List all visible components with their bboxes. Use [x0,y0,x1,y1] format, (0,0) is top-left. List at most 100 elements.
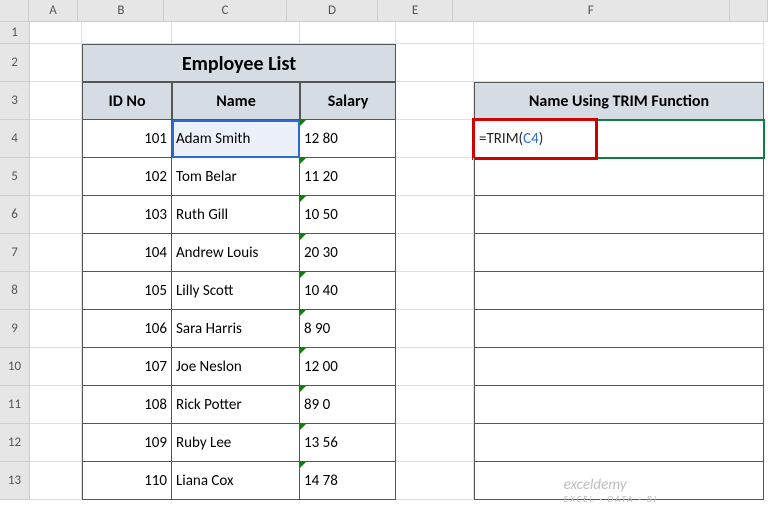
cell-C5[interactable]: Tom Belar [172,158,300,196]
select-all-corner[interactable] [0,0,29,22]
cell-E1[interactable] [396,22,474,44]
cell-B13[interactable]: 110 [82,462,172,500]
row-header-1[interactable]: 1 [0,22,30,44]
employee-list-title[interactable]: Employee List [82,44,396,82]
cell-D13[interactable]: 14 78 [300,462,396,500]
cell-B5[interactable]: 102 [82,158,172,196]
cell-E3[interactable] [396,82,474,120]
cell-D12[interactable]: 13 56 [300,424,396,462]
row-header-7[interactable]: 7 [0,234,30,272]
cell-B4[interactable]: 101 [82,120,172,158]
col-header-C[interactable]: C [164,0,286,21]
cell-F1[interactable] [474,22,764,44]
cell-B1[interactable] [82,22,172,44]
cell-A1[interactable] [30,22,82,44]
header-trim[interactable]: Name Using TRIM Function [474,82,764,120]
row-header-6[interactable]: 6 [0,196,30,234]
row-10: 10 107 Joe Neslon 12 00 [0,348,768,386]
col-header-E[interactable]: E [378,0,453,21]
cell-E12[interactable] [396,424,474,462]
header-name[interactable]: Name [172,82,300,120]
cell-A5[interactable] [30,158,82,196]
cell-C4[interactable]: Adam Smith [172,120,300,158]
cell-B11[interactable]: 108 [82,386,172,424]
cell-B7[interactable]: 104 [82,234,172,272]
cell-E5[interactable] [396,158,474,196]
row-header-8[interactable]: 8 [0,272,30,310]
cell-E11[interactable] [396,386,474,424]
cell-A7[interactable] [30,234,82,272]
row-header-9[interactable]: 9 [0,310,30,348]
cell-F12[interactable] [474,424,764,462]
cell-C8[interactable]: Lilly Scott [172,272,300,310]
cell-A11[interactable] [30,386,82,424]
cell-A4[interactable] [30,120,82,158]
cell-C6[interactable]: Ruth Gill [172,196,300,234]
cell-F6[interactable] [474,196,764,234]
header-salary[interactable]: Salary [300,82,396,120]
cell-E9[interactable] [396,310,474,348]
row-8: 8 105 Lilly Scott 10 40 [0,272,768,310]
cell-B6[interactable]: 103 [82,196,172,234]
cell-A12[interactable] [30,424,82,462]
cell-E10[interactable] [396,348,474,386]
row-9: 9 106 Sara Harris 8 90 [0,310,768,348]
row-header-5[interactable]: 5 [0,158,30,196]
cell-F5[interactable] [474,158,764,196]
row-header-4[interactable]: 4 [0,120,30,158]
cell-A3[interactable] [30,82,82,120]
cell-B9[interactable]: 106 [82,310,172,348]
col-header-F[interactable]: F [453,0,730,21]
cell-D9[interactable]: 8 90 [300,310,396,348]
cell-F9[interactable] [474,310,764,348]
col-header-A[interactable]: A [29,0,79,21]
cell-A13[interactable] [30,462,82,500]
col-header-B[interactable]: B [78,0,164,21]
formula-content: =TRIM(C4) [479,130,543,148]
header-id[interactable]: ID No [82,82,172,120]
cell-F10[interactable] [474,348,764,386]
cell-F8[interactable] [474,272,764,310]
col-header-D[interactable]: D [287,0,379,21]
cell-D5[interactable]: 11 20 [300,158,396,196]
cell-D4[interactable]: 12 80 [300,120,396,158]
cell-B12[interactable]: 109 [82,424,172,462]
cell-E13[interactable] [396,462,474,500]
cell-C10[interactable]: Joe Neslon [172,348,300,386]
row-header-11[interactable]: 11 [0,386,30,424]
cell-B10[interactable]: 107 [82,348,172,386]
cell-D1[interactable] [300,22,396,44]
row-header-2[interactable]: 2 [0,44,30,82]
cell-B8[interactable]: 105 [82,272,172,310]
cell-E2[interactable] [396,44,474,82]
cell-F11[interactable] [474,386,764,424]
row-header-13[interactable]: 13 [0,462,30,500]
cell-A6[interactable] [30,196,82,234]
cell-D11[interactable]: 89 0 [300,386,396,424]
cell-A2[interactable] [30,44,82,82]
cell-F13[interactable] [474,462,764,500]
cell-F2[interactable] [474,44,764,82]
cell-C13[interactable]: Liana Cox [172,462,300,500]
cell-E6[interactable] [396,196,474,234]
cell-F4-editing[interactable]: =TRIM(C4) [474,120,764,158]
cell-C11[interactable]: Rick Potter [172,386,300,424]
cell-C12[interactable]: Ruby Lee [172,424,300,462]
cell-C1[interactable] [172,22,300,44]
cell-E8[interactable] [396,272,474,310]
row-header-3[interactable]: 3 [0,82,30,120]
cell-D10[interactable]: 12 00 [300,348,396,386]
cell-E7[interactable] [396,234,474,272]
cell-D8[interactable]: 10 40 [300,272,396,310]
cell-F7[interactable] [474,234,764,272]
cell-A9[interactable] [30,310,82,348]
cell-C7[interactable]: Andrew Louis [172,234,300,272]
row-header-10[interactable]: 10 [0,348,30,386]
cell-A8[interactable] [30,272,82,310]
row-header-12[interactable]: 12 [0,424,30,462]
cell-E4[interactable] [396,120,474,158]
cell-D7[interactable]: 20 30 [300,234,396,272]
cell-D6[interactable]: 10 50 [300,196,396,234]
cell-C9[interactable]: Sara Harris [172,310,300,348]
cell-A10[interactable] [30,348,82,386]
